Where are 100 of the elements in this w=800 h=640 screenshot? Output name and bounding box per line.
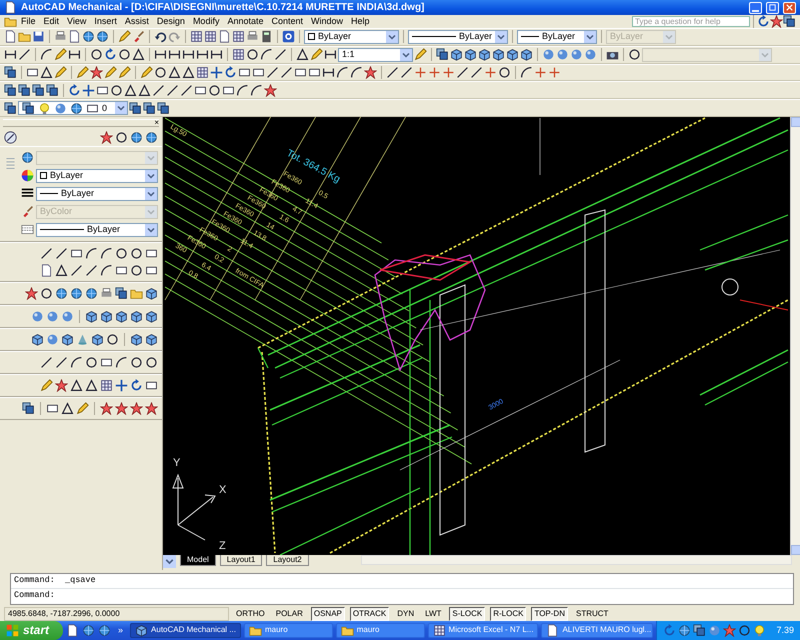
rotate-icon[interactable] <box>68 84 81 97</box>
menu-item[interactable]: File <box>17 17 40 26</box>
taskbar-button[interactable]: Microsoft Excel - N7 L... <box>428 622 538 638</box>
circle-icon[interactable] <box>130 356 143 369</box>
dimension-icon[interactable] <box>182 48 195 62</box>
menu-item[interactable]: Content <box>267 17 308 26</box>
grid-icon[interactable] <box>232 48 245 62</box>
grid-icon[interactable] <box>196 66 209 79</box>
cube-icon[interactable] <box>464 48 477 62</box>
circle-icon[interactable] <box>85 356 98 369</box>
star-icon[interactable] <box>130 402 143 415</box>
quick-launch-overflow[interactable]: » <box>114 626 128 635</box>
arc-icon[interactable] <box>236 84 249 97</box>
menu-item[interactable]: View <box>63 17 90 26</box>
plus-icon[interactable] <box>534 66 547 79</box>
cube-icon[interactable] <box>145 332 158 346</box>
line-icon[interactable] <box>85 264 98 277</box>
globe-icon[interactable] <box>55 286 68 300</box>
taskbar-button[interactable]: ALIVERTI MAURO lugl... <box>541 622 654 638</box>
sphere-icon[interactable] <box>556 48 569 62</box>
dropdown[interactable]: ByLayer <box>408 30 508 44</box>
triangle-icon[interactable] <box>61 402 74 415</box>
maximize-button[interactable] <box>766 2 779 14</box>
move-icon[interactable] <box>115 378 128 392</box>
cube-icon[interactable] <box>130 310 143 323</box>
arc-icon[interactable] <box>100 246 113 260</box>
tab-scroll-icon[interactable] <box>163 554 176 568</box>
status-toggle[interactable]: POLAR <box>272 606 306 621</box>
triangle-icon[interactable] <box>55 264 68 277</box>
triangle-icon[interactable] <box>168 66 181 79</box>
rotate-icon[interactable] <box>104 48 117 62</box>
help-icon[interactable] <box>282 30 295 44</box>
line-icon[interactable] <box>152 84 165 97</box>
menu-item[interactable]: Help <box>347 17 374 26</box>
globe-icon[interactable] <box>130 130 143 144</box>
globe-icon[interactable] <box>82 624 96 637</box>
taskbar-button[interactable]: AutoCAD Mechanical ... <box>130 622 241 638</box>
circle-icon[interactable] <box>154 66 167 79</box>
star-icon[interactable] <box>364 66 377 79</box>
star-icon[interactable] <box>55 378 68 392</box>
status-toggle[interactable]: ORTHO <box>233 606 268 621</box>
layers-icon[interactable] <box>46 84 59 97</box>
line-icon[interactable] <box>274 48 287 62</box>
sphere-icon[interactable] <box>584 48 597 62</box>
layout-tab[interactable]: Model <box>180 554 216 566</box>
star-icon[interactable] <box>723 624 736 637</box>
page-icon[interactable] <box>68 30 81 44</box>
menu-item[interactable]: Design <box>152 17 189 26</box>
layers-icon[interactable] <box>18 84 31 97</box>
line-icon[interactable] <box>180 84 193 97</box>
star-icon[interactable] <box>145 402 158 415</box>
plus-icon[interactable] <box>484 66 497 79</box>
help-search-field[interactable]: Type a question for help <box>632 16 750 27</box>
plus-icon[interactable] <box>442 66 455 79</box>
globe-icon[interactable] <box>678 624 692 637</box>
star-icon[interactable] <box>264 84 277 97</box>
menu-item[interactable]: Insert <box>90 17 121 26</box>
pencil-icon[interactable] <box>40 378 53 392</box>
circle-icon[interactable] <box>208 84 221 97</box>
layout-tab[interactable]: Layout1 <box>220 554 262 566</box>
dimension-icon[interactable] <box>196 48 209 62</box>
cube-icon[interactable] <box>91 332 104 346</box>
folder-icon[interactable] <box>18 30 31 44</box>
status-toggle[interactable]: R-LOCK <box>490 606 526 621</box>
dimension-icon[interactable] <box>322 66 335 79</box>
triangle-icon[interactable] <box>132 48 145 62</box>
status-toggle[interactable]: DYN <box>394 606 418 621</box>
dropdown[interactable]: ByLayer <box>304 30 399 44</box>
brush-icon[interactable] <box>132 30 145 44</box>
triangle-icon[interactable] <box>182 66 195 79</box>
pencil-icon[interactable] <box>76 66 89 79</box>
star-icon[interactable] <box>115 402 128 415</box>
dropdown[interactable]: 0 <box>18 101 128 116</box>
pencil-icon[interactable] <box>76 402 89 415</box>
dimension-icon[interactable] <box>4 48 17 62</box>
layers-icon[interactable] <box>4 102 17 115</box>
grid-icon[interactable] <box>232 30 245 44</box>
cube-icon[interactable] <box>145 310 158 323</box>
triangle-icon[interactable] <box>124 84 137 97</box>
page-icon[interactable] <box>66 624 80 637</box>
circle-icon[interactable] <box>90 48 103 62</box>
star-icon[interactable] <box>100 130 113 144</box>
rotate-icon[interactable] <box>224 66 237 79</box>
dimension-icon[interactable] <box>324 48 337 62</box>
cube-icon[interactable] <box>520 48 533 62</box>
page-icon[interactable] <box>4 30 17 44</box>
cube-icon[interactable] <box>31 332 44 346</box>
line-icon[interactable] <box>55 246 68 260</box>
circle-icon[interactable] <box>246 48 259 62</box>
arc-icon[interactable] <box>100 264 113 277</box>
menu-item[interactable]: Assist <box>120 17 153 26</box>
cube-icon[interactable] <box>85 310 98 323</box>
line-icon[interactable] <box>40 246 53 260</box>
minimize-button[interactable] <box>749 2 762 14</box>
star-icon[interactable] <box>770 15 783 28</box>
menu-item[interactable]: Window <box>307 17 348 26</box>
cube-icon[interactable] <box>478 48 491 62</box>
arc-icon[interactable] <box>260 48 273 62</box>
globe-icon[interactable] <box>145 130 158 144</box>
dropdown[interactable]: ByLayer <box>36 168 158 183</box>
